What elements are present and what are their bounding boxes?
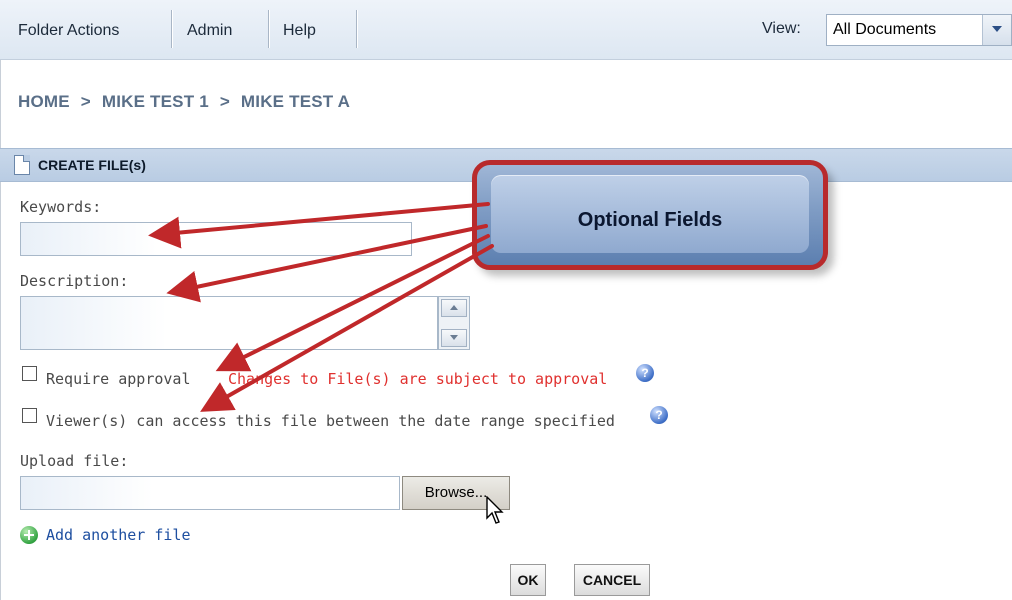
- breadcrumb-home[interactable]: HOME: [18, 92, 70, 111]
- breadcrumb-mike-test-a[interactable]: MIKE TEST A: [241, 92, 350, 111]
- mouse-cursor-icon: [486, 496, 504, 524]
- breadcrumb: HOME > MIKE TEST 1 > MIKE TEST A: [18, 92, 356, 112]
- add-icon[interactable]: [20, 526, 38, 544]
- view-select[interactable]: All Documents: [826, 14, 1012, 46]
- scroll-up-icon[interactable]: [441, 299, 467, 317]
- menu-folder-actions[interactable]: Folder Actions: [18, 20, 119, 42]
- menu-help[interactable]: Help: [283, 20, 316, 42]
- view-label: View:: [762, 20, 801, 37]
- keywords-input[interactable]: [20, 222, 412, 256]
- description-textarea[interactable]: [20, 296, 438, 350]
- help-icon[interactable]: ?: [636, 364, 654, 382]
- menu-separator: [356, 10, 357, 48]
- require-approval-label: Require approval: [46, 370, 191, 388]
- top-toolbar: Folder Actions Admin Help View: All Docu…: [0, 0, 1012, 60]
- add-another-file-link[interactable]: Add another file: [46, 526, 191, 544]
- help-icon[interactable]: ?: [650, 406, 668, 424]
- viewer-access-label: Viewer(s) can access this file between t…: [46, 412, 615, 430]
- upload-label: Upload file:: [20, 452, 129, 470]
- callout-text: Optional Fields: [577, 209, 723, 231]
- view-select-value: All Documents: [833, 21, 937, 38]
- optional-fields-callout: Optional Fields: [472, 160, 828, 270]
- description-scrollbar[interactable]: [438, 296, 470, 350]
- keywords-label: Keywords:: [20, 198, 102, 216]
- description-label: Description:: [20, 272, 129, 290]
- menu-admin[interactable]: Admin: [187, 20, 232, 42]
- approval-note: Changes to File(s) are subject to approv…: [228, 370, 608, 388]
- breadcrumb-separator: >: [80, 92, 91, 111]
- menu-separator: [171, 10, 172, 48]
- cancel-button[interactable]: CANCEL: [574, 564, 650, 596]
- chevron-down-icon[interactable]: [982, 15, 1011, 45]
- section-title: CREATE FILE(s): [38, 157, 146, 173]
- menu-separator: [268, 10, 269, 48]
- upload-file-input[interactable]: [20, 476, 400, 510]
- document-icon: [14, 155, 30, 175]
- require-approval-checkbox[interactable]: [22, 366, 37, 381]
- viewer-access-checkbox[interactable]: [22, 408, 37, 423]
- breadcrumb-separator: >: [219, 92, 230, 111]
- breadcrumb-mike-test-1[interactable]: MIKE TEST 1: [102, 92, 209, 111]
- ok-button[interactable]: OK: [510, 564, 546, 596]
- scroll-down-icon[interactable]: [441, 329, 467, 347]
